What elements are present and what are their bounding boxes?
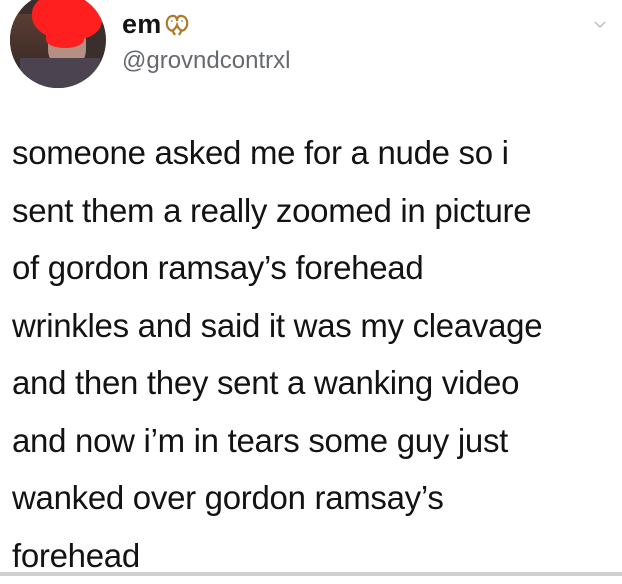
bottom-divider bbox=[0, 572, 622, 576]
tweet-text-line: and then they sent a wanking video bbox=[12, 364, 520, 401]
avatar-body bbox=[20, 58, 100, 88]
display-name[interactable]: em bbox=[122, 9, 161, 40]
tweet-text-line: wrinkles and said it was my cleavage bbox=[12, 306, 543, 344]
user-handle[interactable]: @grovndcontrxl bbox=[122, 47, 290, 75]
tweet-text-line: of gordon ramsay’s forehead bbox=[12, 249, 424, 286]
name-row: em bbox=[122, 4, 290, 44]
tweet-card: em @grovndcontrxl someone asked me for a… bbox=[0, 0, 622, 576]
tweet-text: someone asked me for a nude so i sent th… bbox=[12, 124, 616, 584]
tweet-text-line: wanked over gordon ramsay’s bbox=[12, 479, 444, 516]
tweet-text-line: sent them a really zoomed in picture bbox=[12, 191, 532, 229]
tweet-text-line: someone asked me for a nude so i bbox=[12, 134, 509, 171]
tweet-text-line: and now i’m in tears some guy just bbox=[12, 421, 509, 459]
avatar-redaction-scribble-tail bbox=[46, 32, 84, 48]
pretzel-icon bbox=[166, 14, 189, 36]
chevron-down-icon[interactable] bbox=[592, 16, 608, 32]
tweet-header: em @grovndcontrxl bbox=[122, 4, 290, 75]
avatar[interactable] bbox=[10, 0, 106, 88]
tweet-text-line: forehead bbox=[12, 536, 140, 574]
